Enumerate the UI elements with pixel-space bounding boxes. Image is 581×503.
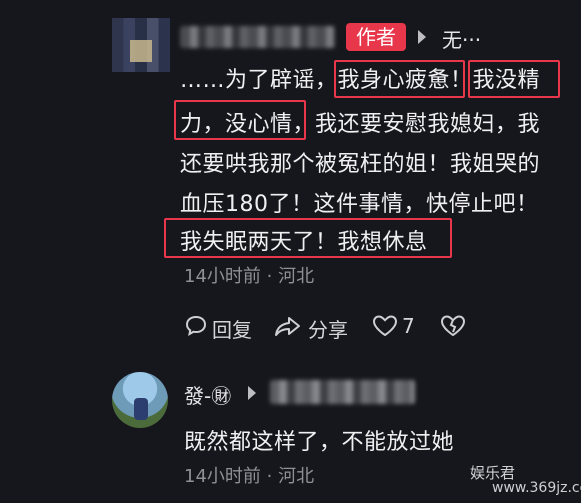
play-triangle-icon (418, 30, 426, 44)
comment-2-text: 既然都这样了，不能放过她 (184, 430, 455, 455)
like-count: 7 (402, 314, 415, 338)
play-triangle-icon (248, 386, 256, 400)
highlight-box-1 (334, 60, 465, 98)
highlight-box-2 (468, 60, 560, 98)
highlight-box-3 (174, 100, 306, 140)
broken-heart-icon[interactable] (440, 314, 466, 338)
commenter-name-blurred[interactable] (180, 26, 335, 48)
commenter-avatar[interactable] (112, 18, 170, 72)
watermark-url: www.369jz.com (492, 480, 581, 496)
comment-timestamp-location: 14小时前 · 河北 (184, 266, 315, 287)
highlight-box-4 (164, 218, 452, 258)
commenter-2-avatar[interactable] (112, 372, 168, 428)
heart-icon[interactable] (372, 314, 398, 338)
comment-line-3: 还要哄我那个被冤枉的姐！我姐哭的 (180, 152, 541, 177)
reply-target-name[interactable]: 无··· (442, 24, 481, 53)
share-button[interactable]: 分享 (308, 314, 348, 343)
share-icon[interactable] (274, 314, 302, 338)
reply-target-name-blurred[interactable] (270, 380, 415, 404)
reply-button[interactable]: 回复 (212, 314, 252, 343)
author-badge: 作者 (346, 23, 406, 51)
commenter-2-name[interactable]: 發-㊖ (184, 380, 231, 409)
comment-line-4: 血压180了！这件事情，快停止吧！ (180, 192, 539, 217)
reply-icon[interactable] (184, 314, 208, 338)
comment-2-timestamp-location: 14小时前 · 河北 (184, 466, 315, 487)
